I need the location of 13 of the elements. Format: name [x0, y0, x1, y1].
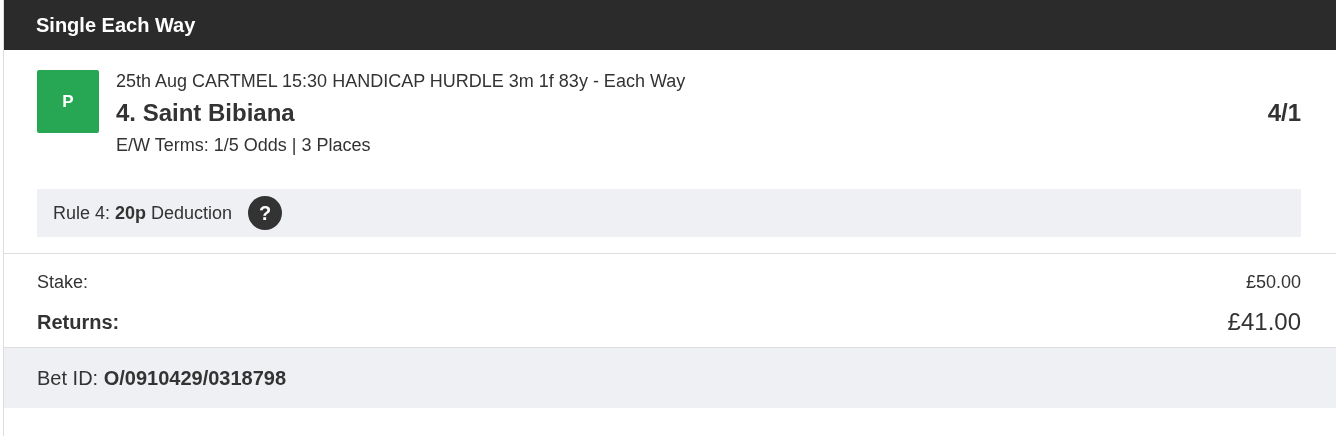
rule4-text: Rule 4: 20p Deduction: [53, 202, 233, 224]
status-badge: P: [37, 70, 99, 133]
stake-label: Stake:: [37, 271, 89, 293]
odds: 4/1: [1267, 98, 1301, 128]
each-way-terms: E/W Terms: 1/5 Odds | 3 Places: [116, 134, 372, 156]
race-details: 25th Aug CARTMEL 15:30 HANDICAP HURDLE 3m 1f 83y - Each Way: [116, 70, 687, 92]
returns-label: Returns:: [37, 310, 120, 334]
runner-name: 4. Saint Bibiana: [116, 98, 295, 128]
stake-value: £50.00: [1245, 271, 1301, 293]
returns-value: £41.00: [1227, 308, 1301, 336]
bet-id: Bet ID: O/0910429/0318798: [37, 366, 287, 390]
bet-type-title: Single Each Way: [36, 13, 196, 37]
help-icon[interactable]: ?: [248, 196, 283, 230]
